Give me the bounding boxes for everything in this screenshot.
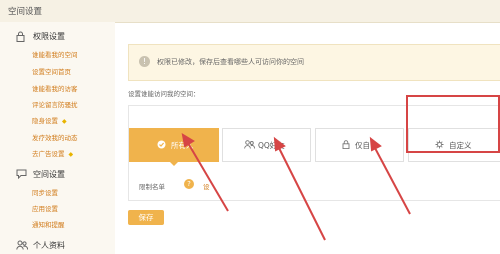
annotation-arrowhead bbox=[369, 136, 382, 152]
annotation-arrows bbox=[181, 133, 411, 241]
annotation-arrow bbox=[374, 147, 411, 215]
annotation-arrowhead bbox=[273, 136, 286, 152]
annotation-arrow bbox=[187, 142, 229, 212]
annotation-arrowhead bbox=[181, 133, 195, 148]
annotation-arrow bbox=[278, 147, 326, 241]
